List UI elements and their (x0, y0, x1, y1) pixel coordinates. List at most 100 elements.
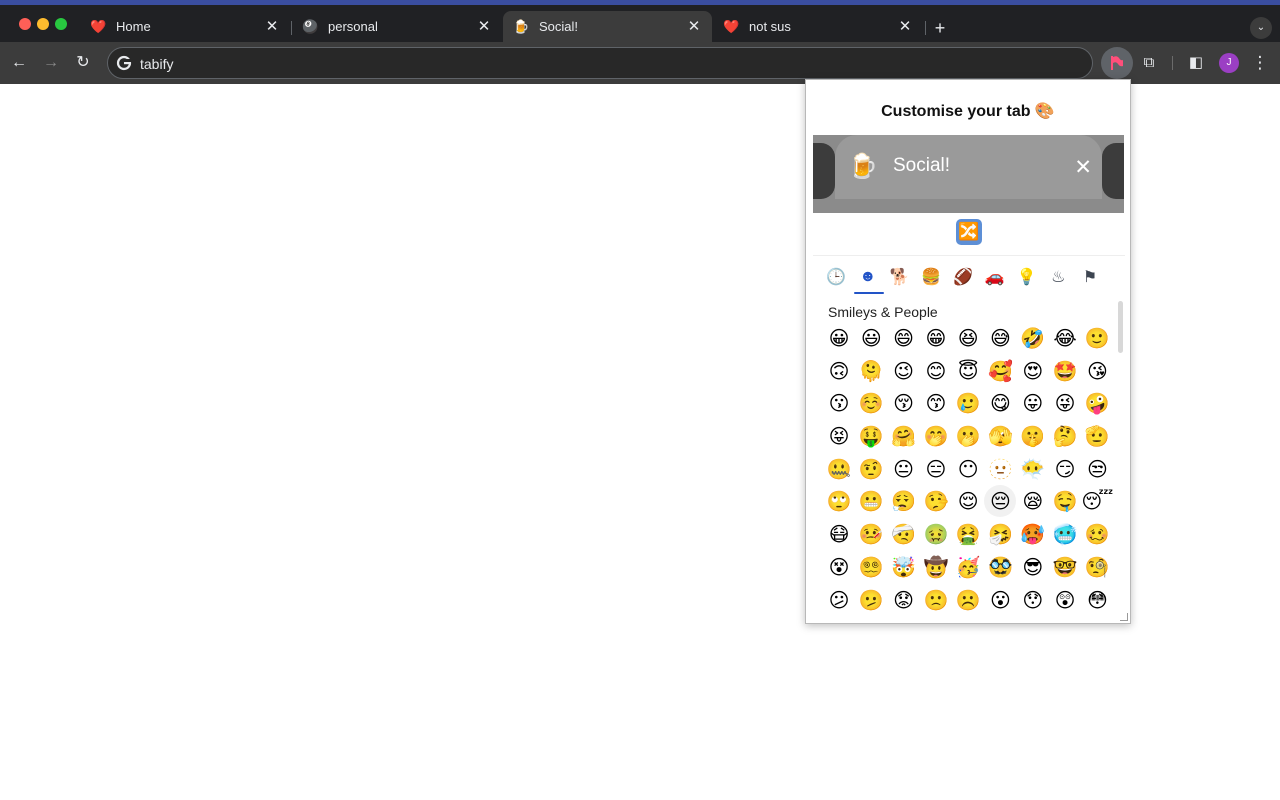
emoji-button[interactable]: 🤯 (888, 551, 920, 583)
emoji-button[interactable]: 🥰 (984, 355, 1016, 387)
emoji-button[interactable]: 😍 (1017, 355, 1049, 387)
profile-avatar[interactable]: J (1219, 53, 1239, 73)
emoji-button[interactable]: 😀 (823, 322, 855, 354)
emoji-category-car-icon[interactable]: 🚗 (980, 262, 1010, 292)
emoji-button[interactable]: 🙁 (920, 584, 952, 616)
emoji-button[interactable]: 😮‍💨 (888, 485, 920, 517)
emoji-button[interactable]: 😅 (984, 322, 1016, 354)
emoji-button[interactable]: 🤥 (920, 485, 952, 517)
emoji-button[interactable]: 🤤 (1049, 485, 1081, 517)
emoji-button[interactable]: 🤩 (1049, 355, 1081, 387)
emoji-category-clock-icon[interactable]: 🕒 (821, 262, 851, 292)
emoji-button[interactable]: 🤣 (1017, 322, 1049, 354)
preview-tab-title[interactable]: Social! (893, 155, 950, 177)
emoji-button[interactable]: 😄 (888, 322, 920, 354)
emoji-button[interactable]: 🤢 (920, 518, 952, 550)
tab-home[interactable]: ❤️ Home ✕ (80, 11, 290, 42)
tab-close-icon[interactable]: ✕ (897, 18, 913, 35)
emoji-scrollbar[interactable] (1118, 301, 1123, 353)
emoji-button[interactable]: 🤮 (952, 518, 984, 550)
emoji-button[interactable]: 🥸 (984, 551, 1016, 583)
emoji-button[interactable]: 🤠 (920, 551, 952, 583)
tab-close-icon[interactable]: ✕ (264, 18, 280, 35)
emoji-button[interactable]: 😘 (1081, 355, 1113, 387)
emoji-button[interactable]: 😴 (1081, 485, 1113, 517)
emoji-button[interactable]: 😝 (823, 420, 855, 452)
emoji-category-symbols-icon[interactable]: ♨ (1043, 262, 1073, 292)
emoji-button[interactable]: 🥴 (1081, 518, 1113, 550)
emoji-button[interactable]: 😷 (823, 518, 855, 550)
browser-menu-icon[interactable]: ⋮ (1250, 52, 1270, 74)
emoji-button[interactable]: 😮 (984, 584, 1016, 616)
emoji-button[interactable]: 😗 (823, 387, 855, 419)
tab-search-button[interactable]: ⌄ (1250, 17, 1272, 39)
emoji-button[interactable]: 😊 (920, 355, 952, 387)
emoji-button[interactable]: 🤗 (888, 420, 920, 452)
emoji-button[interactable]: 🙂 (1081, 322, 1113, 354)
emoji-button[interactable]: 🤓 (1049, 551, 1081, 583)
emoji-button[interactable]: 😬 (855, 485, 887, 517)
emoji-button[interactable]: 🤭 (920, 420, 952, 452)
tab-personal[interactable]: 🎱 personal ✕ (292, 11, 502, 42)
tab-close-icon[interactable]: ✕ (686, 18, 702, 35)
emoji-button[interactable]: 🥶 (1049, 518, 1081, 550)
emoji-button[interactable]: 😶 (952, 453, 984, 485)
emoji-button[interactable]: 🤫 (1017, 420, 1049, 452)
tab-close-icon[interactable]: ✕ (476, 18, 492, 35)
emoji-button[interactable]: 😐 (888, 453, 920, 485)
preview-beer-icon[interactable]: 🍺 (848, 152, 878, 182)
emoji-button[interactable]: 😕 (823, 584, 855, 616)
emoji-button[interactable]: 😉 (888, 355, 920, 387)
emoji-button[interactable]: 🫤 (855, 584, 887, 616)
emoji-button[interactable]: 😶‍🌫️ (1017, 453, 1049, 485)
emoji-button[interactable]: 😌 (952, 485, 984, 517)
emoji-button[interactable]: ☺️ (855, 387, 887, 419)
emoji-button[interactable]: 🥲 (952, 387, 984, 419)
resize-handle[interactable] (1120, 613, 1128, 621)
emoji-button[interactable]: 🤐 (823, 453, 855, 485)
tab-not-sus[interactable]: ❤️ not sus ✕ (713, 11, 923, 42)
emoji-button[interactable]: 😑 (920, 453, 952, 485)
emoji-category-burger-icon[interactable]: 🍔 (916, 262, 946, 292)
emoji-button[interactable]: 😵 (823, 551, 855, 583)
emoji-button[interactable]: 🙃 (823, 355, 855, 387)
forward-button[interactable]: → (40, 52, 62, 74)
emoji-category-flag-icon[interactable]: ⚑ (1075, 262, 1105, 292)
emoji-button[interactable]: 🤕 (888, 518, 920, 550)
emoji-button[interactable]: 😆 (952, 322, 984, 354)
emoji-button[interactable]: 😲 (1049, 584, 1081, 616)
emoji-button[interactable]: 🤧 (984, 518, 1016, 550)
emoji-button[interactable]: 🫡 (1081, 420, 1113, 452)
emoji-button[interactable]: 🧐 (1081, 551, 1113, 583)
emoji-button[interactable]: 😛 (1017, 387, 1049, 419)
emoji-category-smiley-icon[interactable]: ☻ (853, 262, 884, 294)
emoji-button[interactable]: 😁 (920, 322, 952, 354)
window-minimize-button[interactable] (37, 18, 49, 30)
emoji-button[interactable]: 😒 (1081, 453, 1113, 485)
emoji-button[interactable]: 😙 (920, 387, 952, 419)
reload-button[interactable]: ↻ (72, 52, 94, 74)
emoji-button[interactable]: 😟 (888, 584, 920, 616)
emoji-button[interactable]: 🫠 (855, 355, 887, 387)
emoji-button[interactable]: 😜 (1049, 387, 1081, 419)
emoji-button[interactable]: 🙄 (823, 485, 855, 517)
emoji-button[interactable]: 😵‍💫 (855, 551, 887, 583)
emoji-button[interactable]: 😔 (984, 485, 1017, 518)
tabify-extension-button[interactable] (1101, 47, 1133, 79)
emoji-button[interactable]: 😏 (1049, 453, 1081, 485)
emoji-button[interactable]: 🥵 (1017, 518, 1049, 550)
emoji-category-ball-icon[interactable]: 🏈 (948, 262, 978, 292)
emoji-button[interactable]: 🤔 (1049, 420, 1081, 452)
emoji-button[interactable]: 😚 (888, 387, 920, 419)
emoji-button[interactable]: 🫢 (952, 420, 984, 452)
emoji-button[interactable]: 😃 (855, 322, 887, 354)
emoji-button[interactable]: 🤨 (855, 453, 887, 485)
shuffle-button[interactable]: 🔀 (956, 219, 982, 245)
address-bar[interactable]: tabify (107, 47, 1093, 79)
back-button[interactable]: ← (8, 52, 30, 74)
emoji-button[interactable]: 😎 (1017, 551, 1049, 583)
emoji-button[interactable]: 😂 (1049, 322, 1081, 354)
window-close-button[interactable] (19, 18, 31, 30)
emoji-button[interactable]: 🥳 (952, 551, 984, 583)
emoji-button[interactable]: 🤑 (855, 420, 887, 452)
